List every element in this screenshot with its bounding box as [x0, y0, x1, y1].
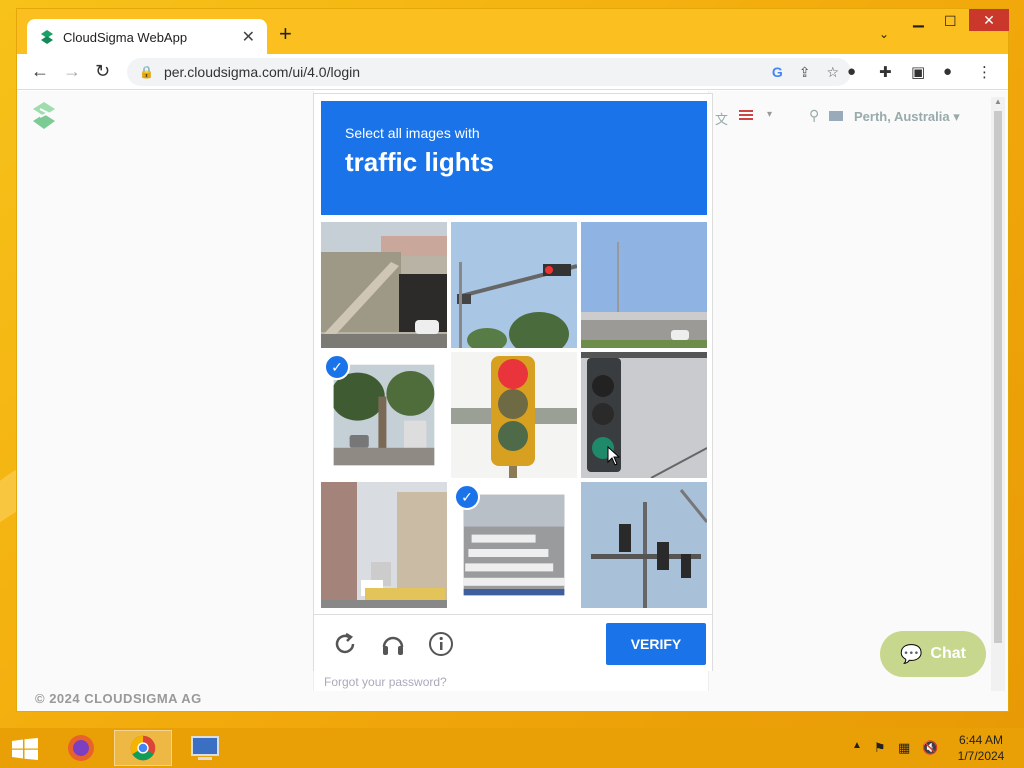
captcha-tile-8[interactable]: ✓ [451, 482, 577, 608]
city-street-buildings-image [321, 482, 447, 608]
reload-challenge-icon[interactable] [332, 631, 358, 657]
crosswalk-image [463, 494, 565, 596]
chat-button[interactable]: 💬 Chat [880, 631, 986, 677]
copyright-footer: © 2024 CLOUDSIGMA AG [35, 691, 202, 706]
traffic-light-closeup-image [451, 352, 577, 478]
google-lens-icon[interactable]: G [772, 64, 783, 80]
tab-close-icon[interactable]: ✕ [242, 27, 255, 47]
clock-time: 6:44 AM [958, 733, 1004, 747]
captcha-tile-3[interactable] [581, 222, 707, 348]
volume-muted-icon[interactable]: 🔇 [922, 740, 938, 756]
language-icon[interactable]: 文 [715, 109, 728, 128]
bookmark-star-icon[interactable]: ☆ [826, 64, 839, 81]
cloudsigma-logo-icon [33, 102, 55, 129]
verify-button[interactable]: VERIFY [606, 623, 706, 665]
minimize-button[interactable]: ▁ [913, 11, 924, 28]
firefox-taskbar-icon[interactable] [52, 730, 110, 766]
reload-icon[interactable]: ↻ [95, 62, 110, 80]
location-selector[interactable]: Perth, Australia ▾ [854, 109, 960, 125]
selected-check-icon: ✓ [454, 484, 480, 510]
back-arrow-icon[interactable]: ← [31, 62, 49, 80]
system-clock[interactable]: 6:44 AM 1/7/2024 [950, 732, 1012, 764]
browser-tab[interactable]: CloudSigma WebApp ✕ [27, 19, 267, 55]
traffic-light-on-pole-image [451, 222, 577, 348]
scroll-up-icon[interactable]: ▲ [994, 97, 1002, 106]
captcha-footer: VERIFY [314, 614, 712, 671]
traffic-lights-overhead-image [581, 482, 707, 608]
title-bar: CloudSigma WebApp ✕ + ⌄ ▁ ☐ ✕ [17, 9, 1009, 55]
captcha-tile-7[interactable] [321, 482, 447, 608]
audio-challenge-headphones-icon[interactable] [380, 631, 406, 657]
address-bar[interactable]: 🔒 per.cloudsigma.com/ui/4.0/login G ⇪ ☆ [127, 58, 851, 86]
captcha-instruction: Select all images with [345, 125, 480, 141]
maximize-button[interactable]: ☐ [944, 13, 957, 30]
captcha-target-object: traffic lights [345, 147, 494, 177]
captcha-tile-4[interactable]: ✓ [321, 352, 447, 478]
traffic-light-side-image [581, 352, 707, 478]
language-dropdown-caret-icon[interactable]: ▾ [767, 109, 772, 120]
highway-overpass-image [581, 222, 707, 348]
url-text[interactable]: per.cloudsigma.com/ui/4.0/login [164, 64, 756, 80]
forgot-password-link[interactable]: Forgot your password? [324, 675, 447, 689]
profile-avatar-icon[interactable]: ● [943, 63, 952, 80]
captcha-tile-1[interactable] [321, 222, 447, 348]
side-panel-icon[interactable]: ▣ [911, 63, 925, 81]
browser-toolbar: ← → ↻ 🔒 per.cloudsigma.com/ui/4.0/login … [17, 54, 1008, 90]
captcha-header: Select all images with traffic lights [321, 101, 707, 215]
captcha-tile-6[interactable] [581, 352, 707, 478]
tab-title: CloudSigma WebApp [63, 29, 188, 45]
lock-icon[interactable]: 🔒 [139, 65, 154, 79]
captcha-tile-5[interactable] [451, 352, 577, 478]
location-pin-icon: ⚲ [809, 107, 820, 123]
menu-kebab-icon[interactable]: ⋮ [977, 63, 992, 81]
chrome-taskbar-icon[interactable] [114, 730, 172, 766]
scrollbar-thumb[interactable] [994, 111, 1002, 643]
remote-desktop-taskbar-icon[interactable] [176, 730, 234, 766]
page-scrollbar[interactable]: ▲ [991, 97, 1005, 691]
forward-arrow-icon[interactable]: → [63, 62, 81, 80]
extensions-puzzle-icon[interactable]: ✚ [879, 63, 892, 81]
windows-start-icon[interactable] [12, 738, 38, 760]
captcha-challenge: Select all images with traffic lights ✓ … [313, 93, 713, 671]
cloudsigma-favicon-icon [41, 30, 53, 44]
captcha-tile-2[interactable] [451, 222, 577, 348]
tab-search-chevron-icon[interactable]: ⌄ [879, 27, 889, 41]
us-flag-icon[interactable] [739, 110, 753, 120]
chat-bubble-icon: 💬 [900, 643, 923, 664]
windows-taskbar: ▲ ⚑ ▦ 🔇 6:44 AM 1/7/2024 [0, 728, 1024, 768]
extension-globe-icon[interactable]: ● [847, 63, 856, 80]
show-hidden-icons-chevron[interactable]: ▲ [852, 740, 862, 751]
share-icon[interactable]: ⇪ [799, 64, 811, 81]
captcha-tile-9[interactable] [581, 482, 707, 608]
browser-window: CloudSigma WebApp ✕ + ⌄ ▁ ☐ ✕ ← → ↻ 🔒 pe… [16, 8, 1009, 712]
chat-label: Chat [930, 645, 966, 662]
street-with-trees-image [333, 364, 435, 466]
action-center-flag-icon[interactable]: ⚑ [874, 740, 886, 756]
page-content: 文 ▾ ⚲ Perth, Australia ▾ Forgot your pas… [17, 91, 1008, 711]
clock-date: 1/7/2024 [957, 749, 1005, 763]
network-icon[interactable]: ▦ [898, 740, 910, 756]
australia-flag-icon [829, 111, 843, 121]
mouse-cursor-icon [607, 446, 621, 466]
selected-check-icon: ✓ [324, 354, 350, 380]
stairs-underpass-image [321, 222, 447, 348]
info-icon[interactable] [428, 631, 454, 657]
close-window-button[interactable]: ✕ [969, 9, 1009, 31]
new-tab-button[interactable]: + [279, 23, 292, 45]
